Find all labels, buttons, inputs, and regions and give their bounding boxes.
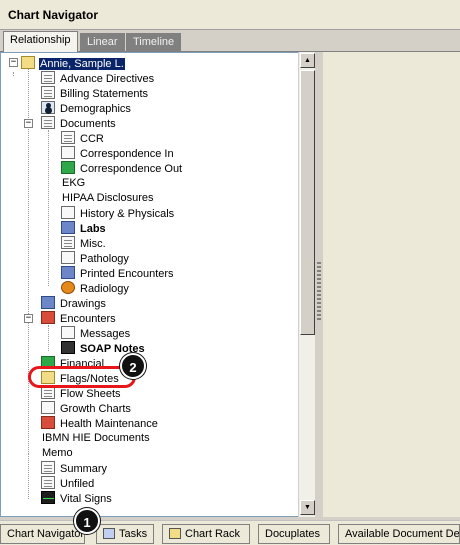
document-icon — [41, 461, 55, 474]
stethoscope-icon — [61, 206, 75, 219]
tree-guide-encounters — [48, 325, 49, 351]
tree-item-vital-signs[interactable]: Vital Signs — [41, 491, 113, 506]
callout-marker-1: 1 — [74, 508, 100, 534]
tab-timeline[interactable]: Timeline — [126, 33, 182, 52]
person-icon — [41, 101, 55, 114]
printer-icon — [61, 266, 75, 279]
window-title: Chart Navigator — [0, 0, 460, 30]
phone-icon — [61, 326, 75, 339]
tree-item-encounters[interactable]: Encounters — [41, 311, 117, 326]
taskbar-chart-navigator[interactable]: Chart Navigator — [0, 524, 85, 544]
tree-root-patient[interactable]: Annie, Sample L. — [21, 56, 125, 71]
hand-icon — [41, 296, 55, 309]
tree-item-demographics[interactable]: Demographics — [41, 101, 132, 116]
tree-item-ccr[interactable]: CCR — [61, 131, 105, 146]
tree-item-correspondence-in[interactable]: Correspondence In — [61, 146, 175, 161]
taskbar-tasks[interactable]: Tasks — [96, 524, 154, 544]
folder-icon — [21, 56, 35, 69]
scroll-down-icon[interactable]: ▼ — [300, 500, 315, 515]
pencil-icon — [41, 371, 55, 384]
radiation-icon — [61, 281, 75, 294]
tree-item-billing-statements[interactable]: Billing Statements — [41, 86, 149, 101]
tree-item-pathology[interactable]: Pathology — [61, 251, 130, 266]
tree-item-memo[interactable]: Memo — [41, 446, 74, 461]
clipboard-icon — [41, 311, 55, 324]
notes-icon — [61, 341, 75, 354]
tree-item-messages[interactable]: Messages — [61, 326, 131, 341]
tree-item-labs[interactable]: Labs — [61, 221, 107, 236]
tree-item-flags-notes[interactable]: Flags/Notes — [41, 371, 120, 386]
content-pane — [323, 52, 460, 517]
collapse-root-toggle[interactable]: − — [9, 58, 18, 67]
tree-item-health-maintenance[interactable]: Health Maintenance — [41, 416, 159, 431]
microscope-icon — [61, 251, 75, 264]
tree-item-printed-encounters[interactable]: Printed Encounters — [61, 266, 175, 281]
taskbar: Chart Navigator Tasks Chart Rack Docupla… — [0, 520, 460, 545]
money-icon — [41, 356, 55, 369]
splitter-grip-icon — [317, 262, 321, 322]
tree-scrollbar[interactable]: ▲ ▼ — [298, 52, 315, 517]
tree-item-ekg[interactable]: EKG — [61, 176, 86, 191]
chart-tree[interactable]: − − − Annie, Sample L. Advance Directive… — [0, 52, 315, 517]
document-icon — [41, 86, 55, 99]
tree-item-misc[interactable]: Misc. — [61, 236, 107, 251]
tasks-icon — [103, 528, 115, 539]
collapse-documents-toggle[interactable]: − — [24, 119, 33, 128]
taskbar-available-document[interactable]: Available Document De — [338, 524, 460, 544]
taskbar-chart-rack[interactable]: Chart Rack — [162, 524, 250, 544]
document-icon — [41, 116, 55, 129]
callout-marker-2: 2 — [120, 353, 146, 379]
chart-icon — [41, 401, 55, 414]
tree-item-history-physicals[interactable]: History & Physicals — [61, 206, 175, 221]
tree-item-radiology[interactable]: Radiology — [61, 281, 130, 296]
envelope-out-icon — [61, 161, 75, 174]
tab-linear[interactable]: Linear — [80, 33, 125, 52]
collapse-encounters-toggle[interactable]: − — [24, 314, 33, 323]
taskbar-docuplates[interactable]: Docuplates — [258, 524, 330, 544]
flask-icon — [61, 221, 75, 234]
tree-item-flow-sheets[interactable]: Flow Sheets — [41, 386, 122, 401]
vitals-icon — [41, 491, 55, 504]
scroll-thumb[interactable] — [300, 70, 315, 335]
envelope-in-icon — [61, 146, 75, 159]
tree-item-hipaa-disclosures[interactable]: HIPAA Disclosures — [61, 191, 155, 206]
tree-item-unfiled[interactable]: Unfiled — [41, 476, 95, 491]
tree-root-label: Annie, Sample L. — [39, 58, 125, 70]
scroll-up-icon[interactable]: ▲ — [300, 53, 315, 68]
document-icon — [41, 386, 55, 399]
tree-item-growth-charts[interactable]: Growth Charts — [41, 401, 132, 416]
tree-item-summary[interactable]: Summary — [41, 461, 108, 476]
tree-item-ibmn-hie-documents[interactable]: IBMN HIE Documents — [41, 431, 151, 446]
tree-item-documents[interactable]: Documents — [41, 116, 117, 131]
tree-item-correspondence-out[interactable]: Correspondence Out — [61, 161, 183, 176]
document-icon — [61, 131, 75, 144]
tab-relationship[interactable]: Relationship — [3, 31, 78, 52]
pane-splitter[interactable] — [315, 52, 323, 517]
tree-item-financial[interactable]: Financial — [41, 356, 105, 371]
tree-item-advance-directives[interactable]: Advance Directives — [41, 71, 155, 86]
tree-item-drawings[interactable]: Drawings — [41, 296, 107, 311]
health-icon — [41, 416, 55, 429]
document-icon — [61, 236, 75, 249]
chart-rack-icon — [169, 528, 181, 539]
document-icon — [41, 71, 55, 84]
tree-guide-documents — [48, 130, 49, 286]
document-icon — [41, 476, 55, 489]
view-tabs: Relationship Linear Timeline — [0, 30, 460, 52]
